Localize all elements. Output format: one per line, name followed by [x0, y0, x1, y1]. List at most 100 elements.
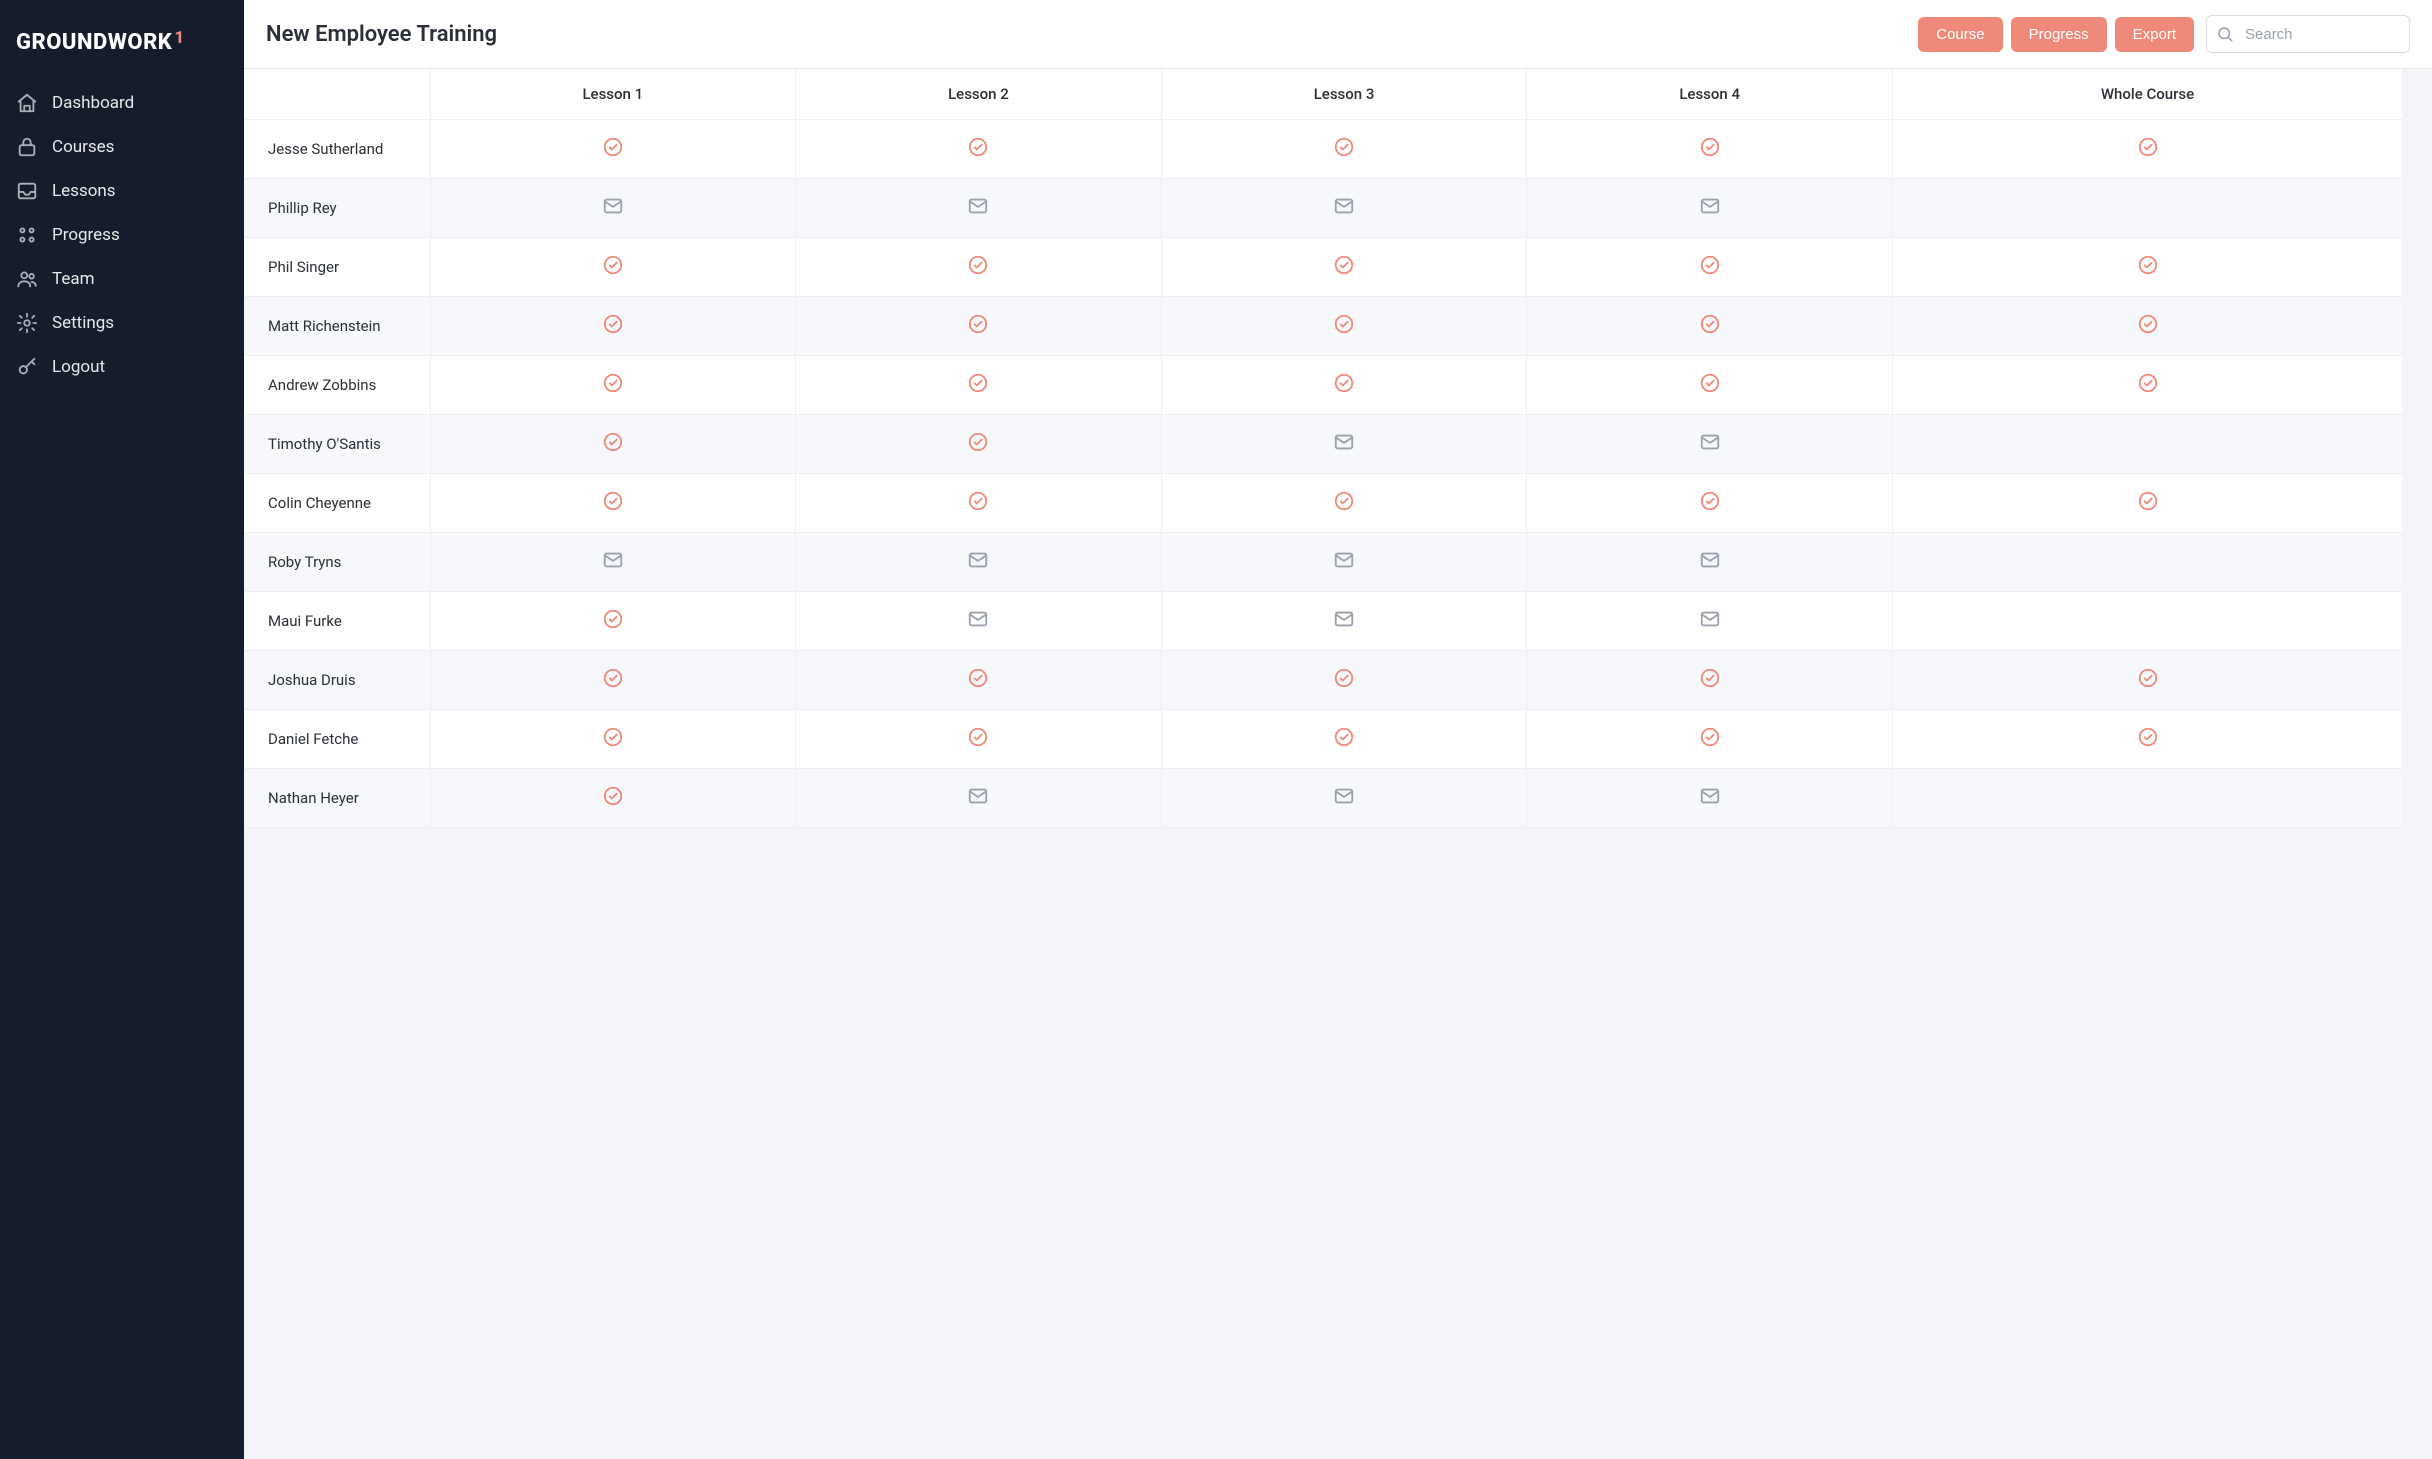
status-cell — [1893, 474, 2403, 533]
table-row: Maui Furke — [244, 592, 2402, 651]
progress-button[interactable]: Progress — [2011, 17, 2107, 52]
status-cell — [430, 474, 796, 533]
check-circle-icon — [1699, 313, 1721, 335]
status-cell — [796, 533, 1162, 592]
users-icon — [16, 268, 38, 290]
status-cell — [1161, 297, 1527, 356]
table-row: Matt Richenstein — [244, 297, 2402, 356]
search-input[interactable] — [2206, 15, 2410, 53]
status-cell — [1161, 415, 1527, 474]
status-cell — [1527, 710, 1893, 769]
sidebar-item-settings[interactable]: Settings — [0, 301, 244, 345]
check-circle-icon — [1333, 136, 1355, 158]
status-cell — [796, 120, 1162, 179]
check-circle-icon — [1699, 667, 1721, 689]
check-circle-icon — [1699, 726, 1721, 748]
column-header-name — [244, 69, 430, 120]
check-circle-icon — [2137, 372, 2159, 394]
gear-icon — [16, 312, 38, 334]
check-circle-icon — [1333, 313, 1355, 335]
sidebar-item-label: Settings — [52, 313, 114, 333]
status-cell — [1161, 238, 1527, 297]
progress-table: Lesson 1Lesson 2Lesson 3Lesson 4Whole Co… — [244, 69, 2402, 828]
check-circle-icon — [1699, 490, 1721, 512]
status-cell — [796, 238, 1162, 297]
sidebar-item-lessons[interactable]: Lessons — [0, 169, 244, 213]
key-icon — [16, 356, 38, 378]
person-name: Matt Richenstein — [244, 297, 430, 356]
search-icon — [2216, 25, 2234, 43]
status-cell — [1161, 533, 1527, 592]
table-row: Colin Cheyenne — [244, 474, 2402, 533]
mail-icon — [1699, 549, 1721, 571]
mail-icon — [967, 608, 989, 630]
table-row: Nathan Heyer — [244, 769, 2402, 828]
check-circle-icon — [1699, 136, 1721, 158]
brand-logo: GROUNDWORK1 — [0, 16, 244, 81]
mail-icon — [602, 195, 624, 217]
export-button[interactable]: Export — [2115, 17, 2194, 52]
person-name: Daniel Fetche — [244, 710, 430, 769]
status-cell — [1893, 238, 2403, 297]
sidebar-item-label: Courses — [52, 137, 114, 157]
mail-icon — [602, 549, 624, 571]
main-content: New Employee Training CourseProgressExpo… — [244, 0, 2432, 1459]
table-row: Phillip Rey — [244, 179, 2402, 238]
status-cell — [1893, 710, 2403, 769]
sidebar-nav: Dashboard Courses Lessons ProgressTeam Setti… — [0, 81, 244, 389]
sidebar-item-logout[interactable]: Logout — [0, 345, 244, 389]
status-cell — [430, 592, 796, 651]
inbox-icon — [16, 180, 38, 202]
status-cell — [796, 769, 1162, 828]
person-name: Joshua Druis — [244, 651, 430, 710]
sidebar-item-team[interactable]: Team — [0, 257, 244, 301]
brand-accent: 1 — [174, 28, 184, 48]
table-row: Joshua Druis — [244, 651, 2402, 710]
status-cell — [1161, 474, 1527, 533]
sidebar-item-courses[interactable]: Courses — [0, 125, 244, 169]
check-circle-icon — [602, 608, 624, 630]
check-circle-icon — [602, 667, 624, 689]
status-cell — [796, 415, 1162, 474]
check-circle-icon — [2137, 254, 2159, 276]
grid-icon — [16, 224, 38, 246]
check-circle-icon — [602, 136, 624, 158]
status-cell — [1527, 356, 1893, 415]
status-cell — [430, 415, 796, 474]
column-header-lesson-4: Lesson 4 — [1527, 69, 1893, 120]
sidebar-item-progress[interactable]: Progress — [0, 213, 244, 257]
person-name: Roby Tryns — [244, 533, 430, 592]
status-cell — [1161, 769, 1527, 828]
status-cell — [796, 356, 1162, 415]
mail-icon — [967, 785, 989, 807]
status-cell — [1161, 710, 1527, 769]
status-cell — [1527, 238, 1893, 297]
mail-icon — [1333, 608, 1355, 630]
status-cell — [1893, 120, 2403, 179]
course-button[interactable]: Course — [1918, 17, 2002, 52]
status-cell — [430, 769, 796, 828]
check-circle-icon — [967, 431, 989, 453]
status-cell — [1527, 474, 1893, 533]
check-circle-icon — [967, 490, 989, 512]
status-cell — [1161, 120, 1527, 179]
column-header-lesson-1: Lesson 1 — [430, 69, 796, 120]
lock-icon — [16, 136, 38, 158]
mail-icon — [1333, 431, 1355, 453]
person-name: Timothy O'Santis — [244, 415, 430, 474]
status-cell — [796, 474, 1162, 533]
sidebar-item-dashboard[interactable]: Dashboard — [0, 81, 244, 125]
table-row: Daniel Fetche — [244, 710, 2402, 769]
check-circle-icon — [967, 372, 989, 394]
table-row: Phil Singer — [244, 238, 2402, 297]
person-name: Phil Singer — [244, 238, 430, 297]
check-circle-icon — [1333, 372, 1355, 394]
column-header-whole-course: Whole Course — [1893, 69, 2403, 120]
mail-icon — [967, 195, 989, 217]
check-circle-icon — [602, 726, 624, 748]
status-cell — [1527, 415, 1893, 474]
check-circle-icon — [602, 785, 624, 807]
check-circle-icon — [602, 254, 624, 276]
sidebar-item-label: Lessons — [52, 181, 116, 201]
status-cell — [1527, 769, 1893, 828]
